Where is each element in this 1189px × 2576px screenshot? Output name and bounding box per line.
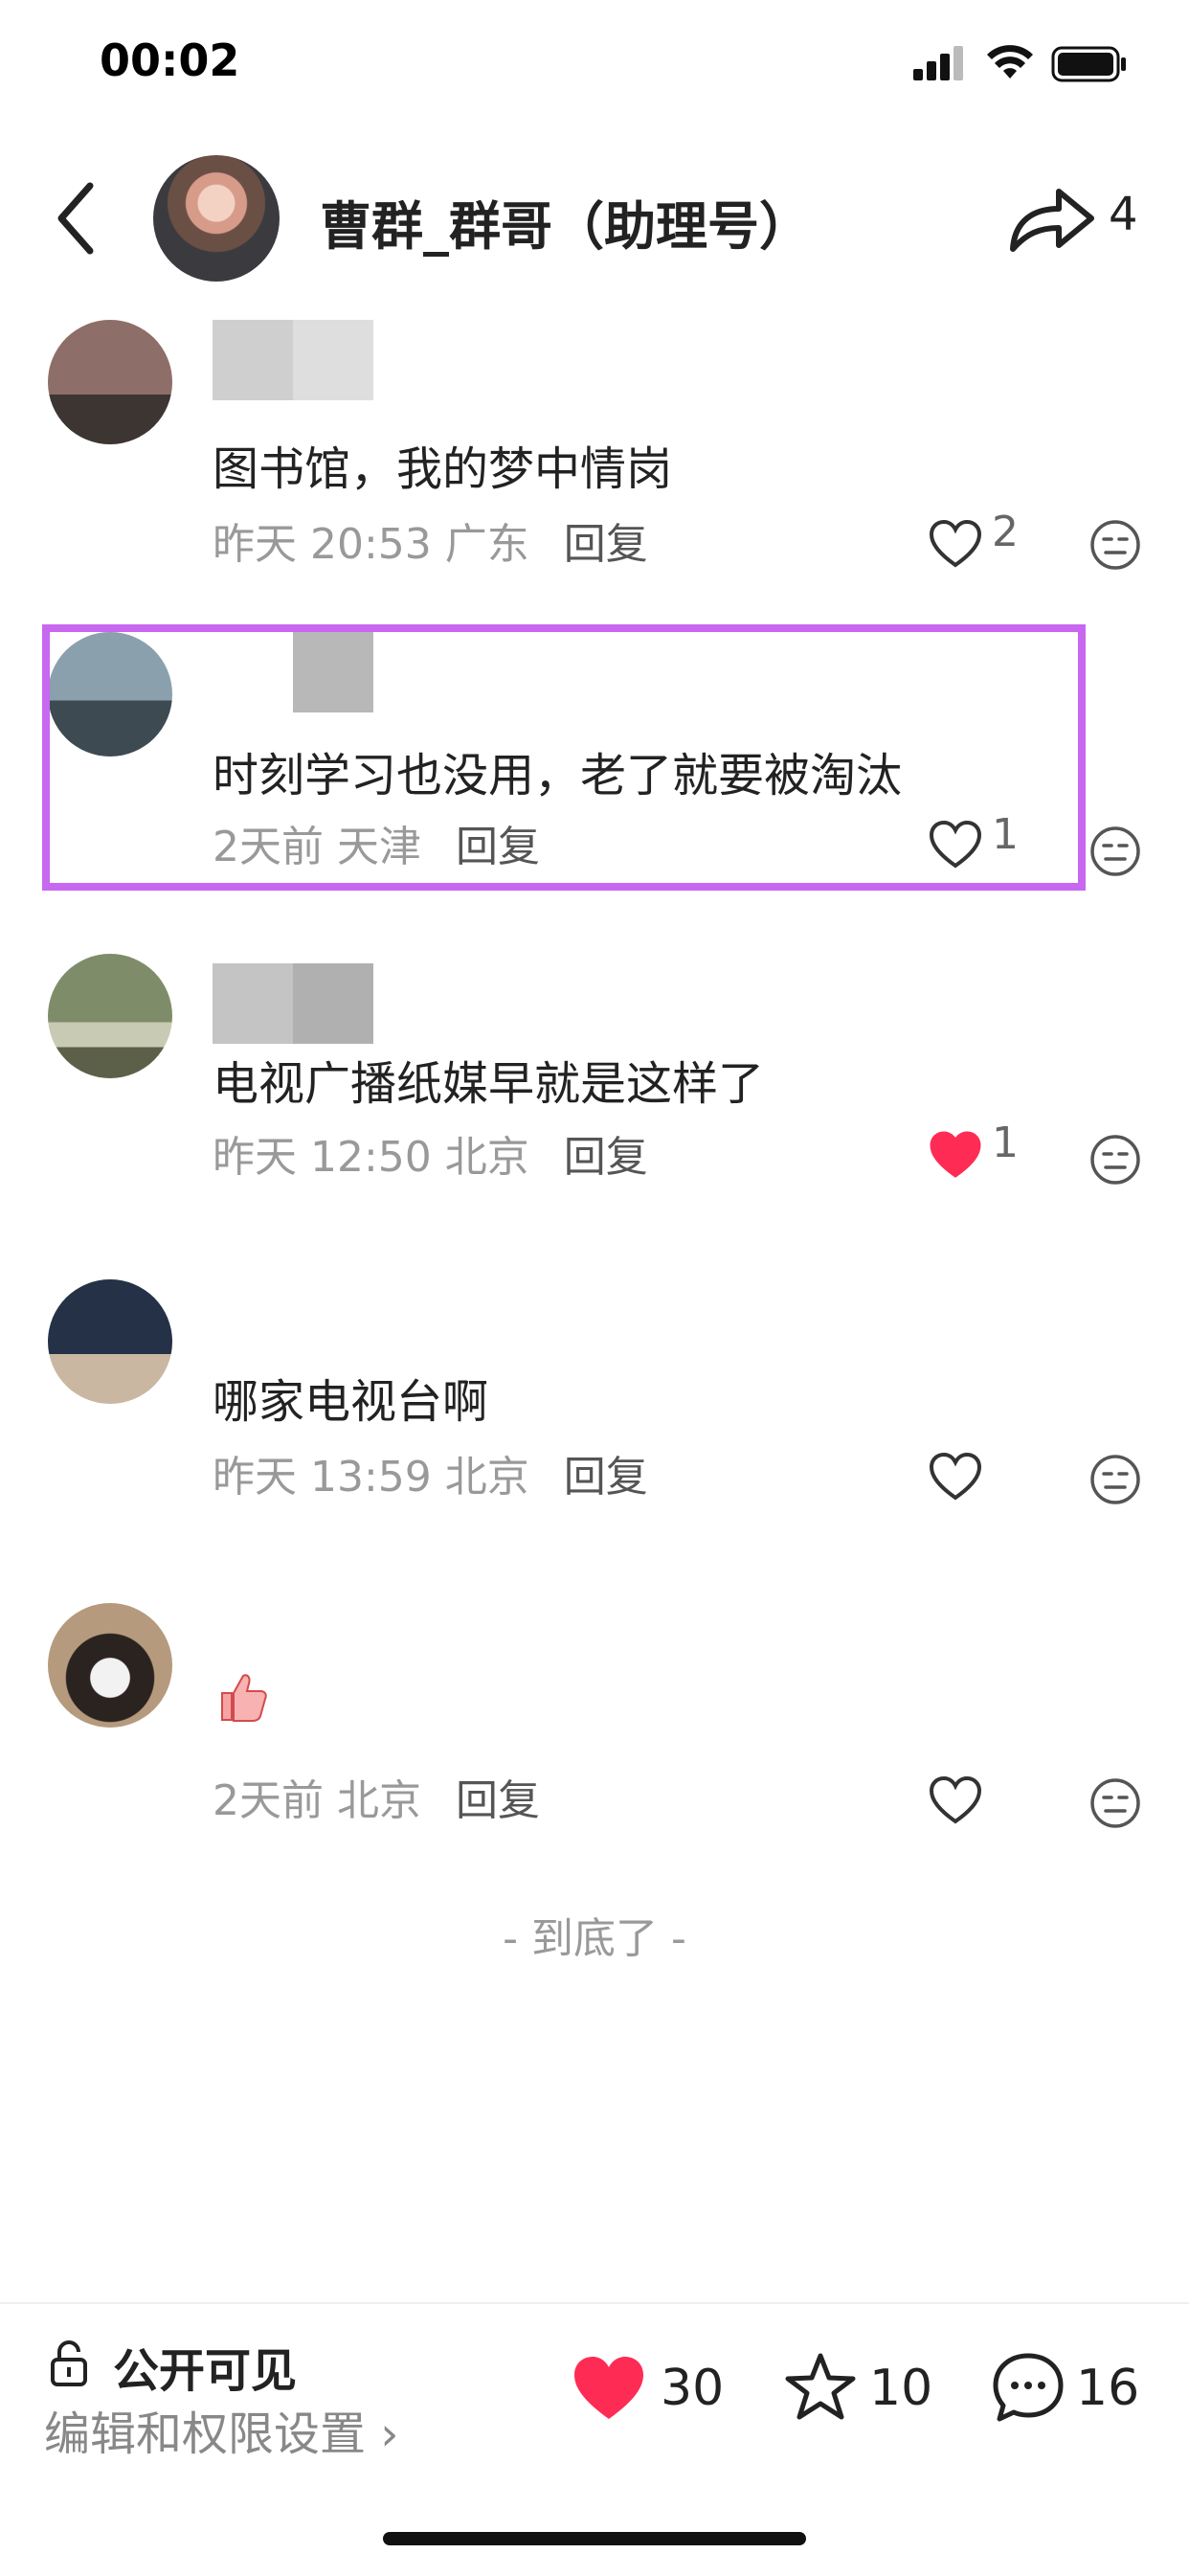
like-count: 1 [992,1119,1019,1167]
like-total: 30 [661,2360,725,2417]
permission-settings-link[interactable]: 编辑和权限设置 › [44,2396,398,2463]
star-icon[interactable] [783,2350,858,2425]
commenter-avatar[interactable] [48,1603,172,1728]
reply-button[interactable]: 回复 [564,1453,648,1502]
favorite-total: 10 [869,2360,933,2417]
signal-icon [913,46,963,80]
like-count: 2 [992,508,1019,556]
heart-icon[interactable] [929,519,982,569]
author-name[interactable]: 曹群_群哥（助理号） [320,184,811,260]
status-time: 00:02 [100,34,240,86]
heart-icon[interactable] [929,1452,982,1502]
highlight-box [42,624,1086,891]
status-bar: 00:02 [0,0,1189,134]
nav-bar: 曹群_群哥（助理号） 4 [0,144,1189,287]
comment-total: 16 [1076,2360,1140,2417]
share-count: 4 [1109,188,1138,241]
wifi-icon [987,45,1033,79]
author-avatar[interactable] [153,155,280,282]
comment-location: 广东 [444,520,529,569]
comment-text: 电视广播纸媒早就是这样了 [213,1057,765,1111]
end-of-list-marker: - 到底了 - [503,1914,686,1963]
comment-location: 北京 [444,1133,529,1182]
emoji-reaction-icon[interactable] [1089,825,1141,877]
emoji-reaction-icon[interactable] [1089,1454,1141,1505]
heart-filled-icon[interactable] [929,1130,982,1180]
reply-button[interactable]: 回复 [456,1776,540,1825]
comment-bubble-icon[interactable] [990,2350,1066,2427]
comment-location: 北京 [337,1776,421,1825]
comment-location: 北京 [444,1453,529,1502]
commenter-avatar[interactable] [48,954,172,1078]
emoji-reaction-icon[interactable] [1089,1777,1141,1829]
commenter-nickname[interactable] [213,320,500,400]
comment-text: 图书馆，我的梦中情岗 [213,442,673,496]
back-button[interactable] [48,178,105,259]
emoji-reaction-icon[interactable] [1089,1134,1141,1186]
comment-meta: 昨天 20:53 广东 回复 [213,509,648,571]
battery-icon [1051,46,1126,82]
commenter-avatar[interactable] [48,320,172,444]
comment-meta: 昨天 13:59 北京 回复 [213,1442,648,1503]
comment-meta: 昨天 12:50 北京 回复 [213,1122,648,1184]
heart-icon[interactable] [929,1775,982,1825]
commenter-avatar[interactable] [48,1279,172,1404]
comment-date: 昨天 20:53 [213,520,432,569]
share-icon[interactable] [1005,182,1097,259]
reply-button[interactable]: 回复 [564,1133,648,1182]
unlock-icon [51,2340,87,2386]
reply-button[interactable]: 回复 [564,520,648,569]
home-indicator [383,2532,806,2545]
visibility-label[interactable]: 公开可见 [113,2333,297,2400]
thumbs-up-emoji-icon [221,1674,267,1722]
heart-filled-icon[interactable] [571,2354,647,2423]
emoji-reaction-icon[interactable] [1089,519,1141,571]
comment-meta: 2天前 北京 回复 [213,1766,540,1827]
commenter-nickname[interactable] [213,963,500,1044]
comment-date: 昨天 12:50 [213,1133,432,1182]
comment-date: 2天前 [213,1776,324,1825]
comment-text: 哪家电视台啊 [213,1375,489,1429]
comment-date: 昨天 13:59 [213,1453,432,1502]
